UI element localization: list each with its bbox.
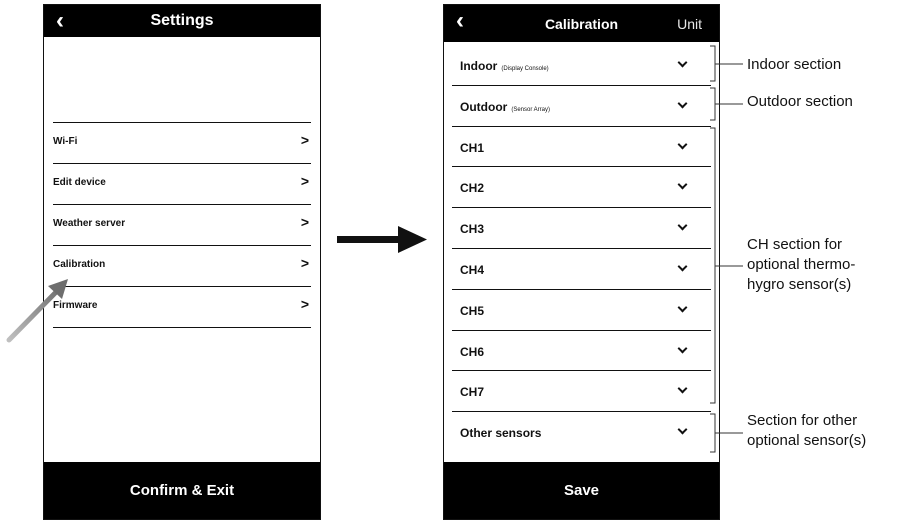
ch-bracket — [710, 127, 716, 404]
annotation-other-line: optional sensor(s) — [747, 432, 867, 449]
pointer-arrow-icon — [6, 279, 68, 343]
annotation-indoor: Indoor section — [747, 56, 842, 73]
other-bracket — [710, 413, 716, 453]
annotation-outdoor: Outdoor section — [747, 93, 853, 110]
indoor-bracket — [710, 45, 716, 82]
section-brackets — [710, 45, 743, 453]
annotation-ch-line: hygro sensor(s) — [747, 276, 852, 293]
annotation-ch-line: optional thermo- — [747, 256, 856, 273]
annotation-other-line: Section for other — [747, 412, 858, 429]
annotation-other: Section for other optional sensor(s) — [747, 411, 866, 451]
annotation-ch: CH section for optional thermo- hygro se… — [747, 235, 855, 295]
annotation-ch-line: CH section for — [747, 236, 843, 253]
transition-arrow-icon — [337, 226, 427, 253]
outdoor-bracket — [710, 87, 716, 121]
